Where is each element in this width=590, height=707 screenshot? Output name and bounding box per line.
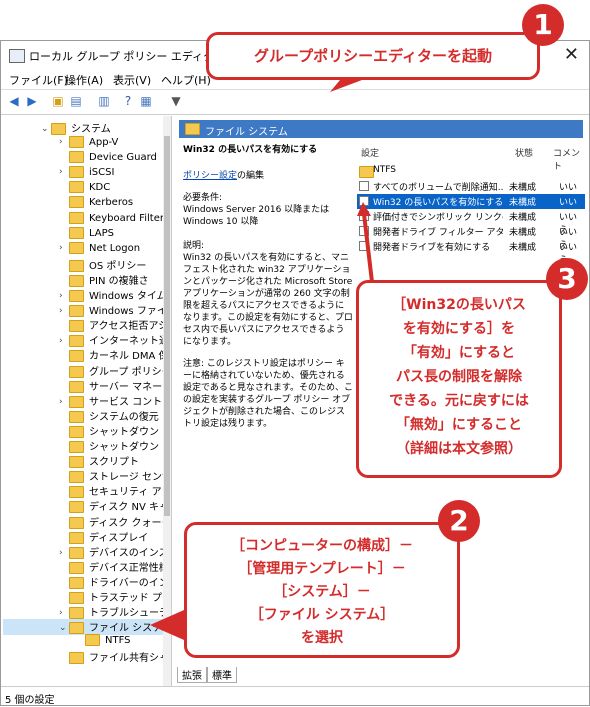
callout-arrows <box>150 80 374 640</box>
callout-3-arrowhead <box>357 202 371 216</box>
callout-1-pointer <box>330 80 362 92</box>
callout-3-pointer <box>362 213 374 283</box>
callout-2-pointer <box>150 610 184 640</box>
